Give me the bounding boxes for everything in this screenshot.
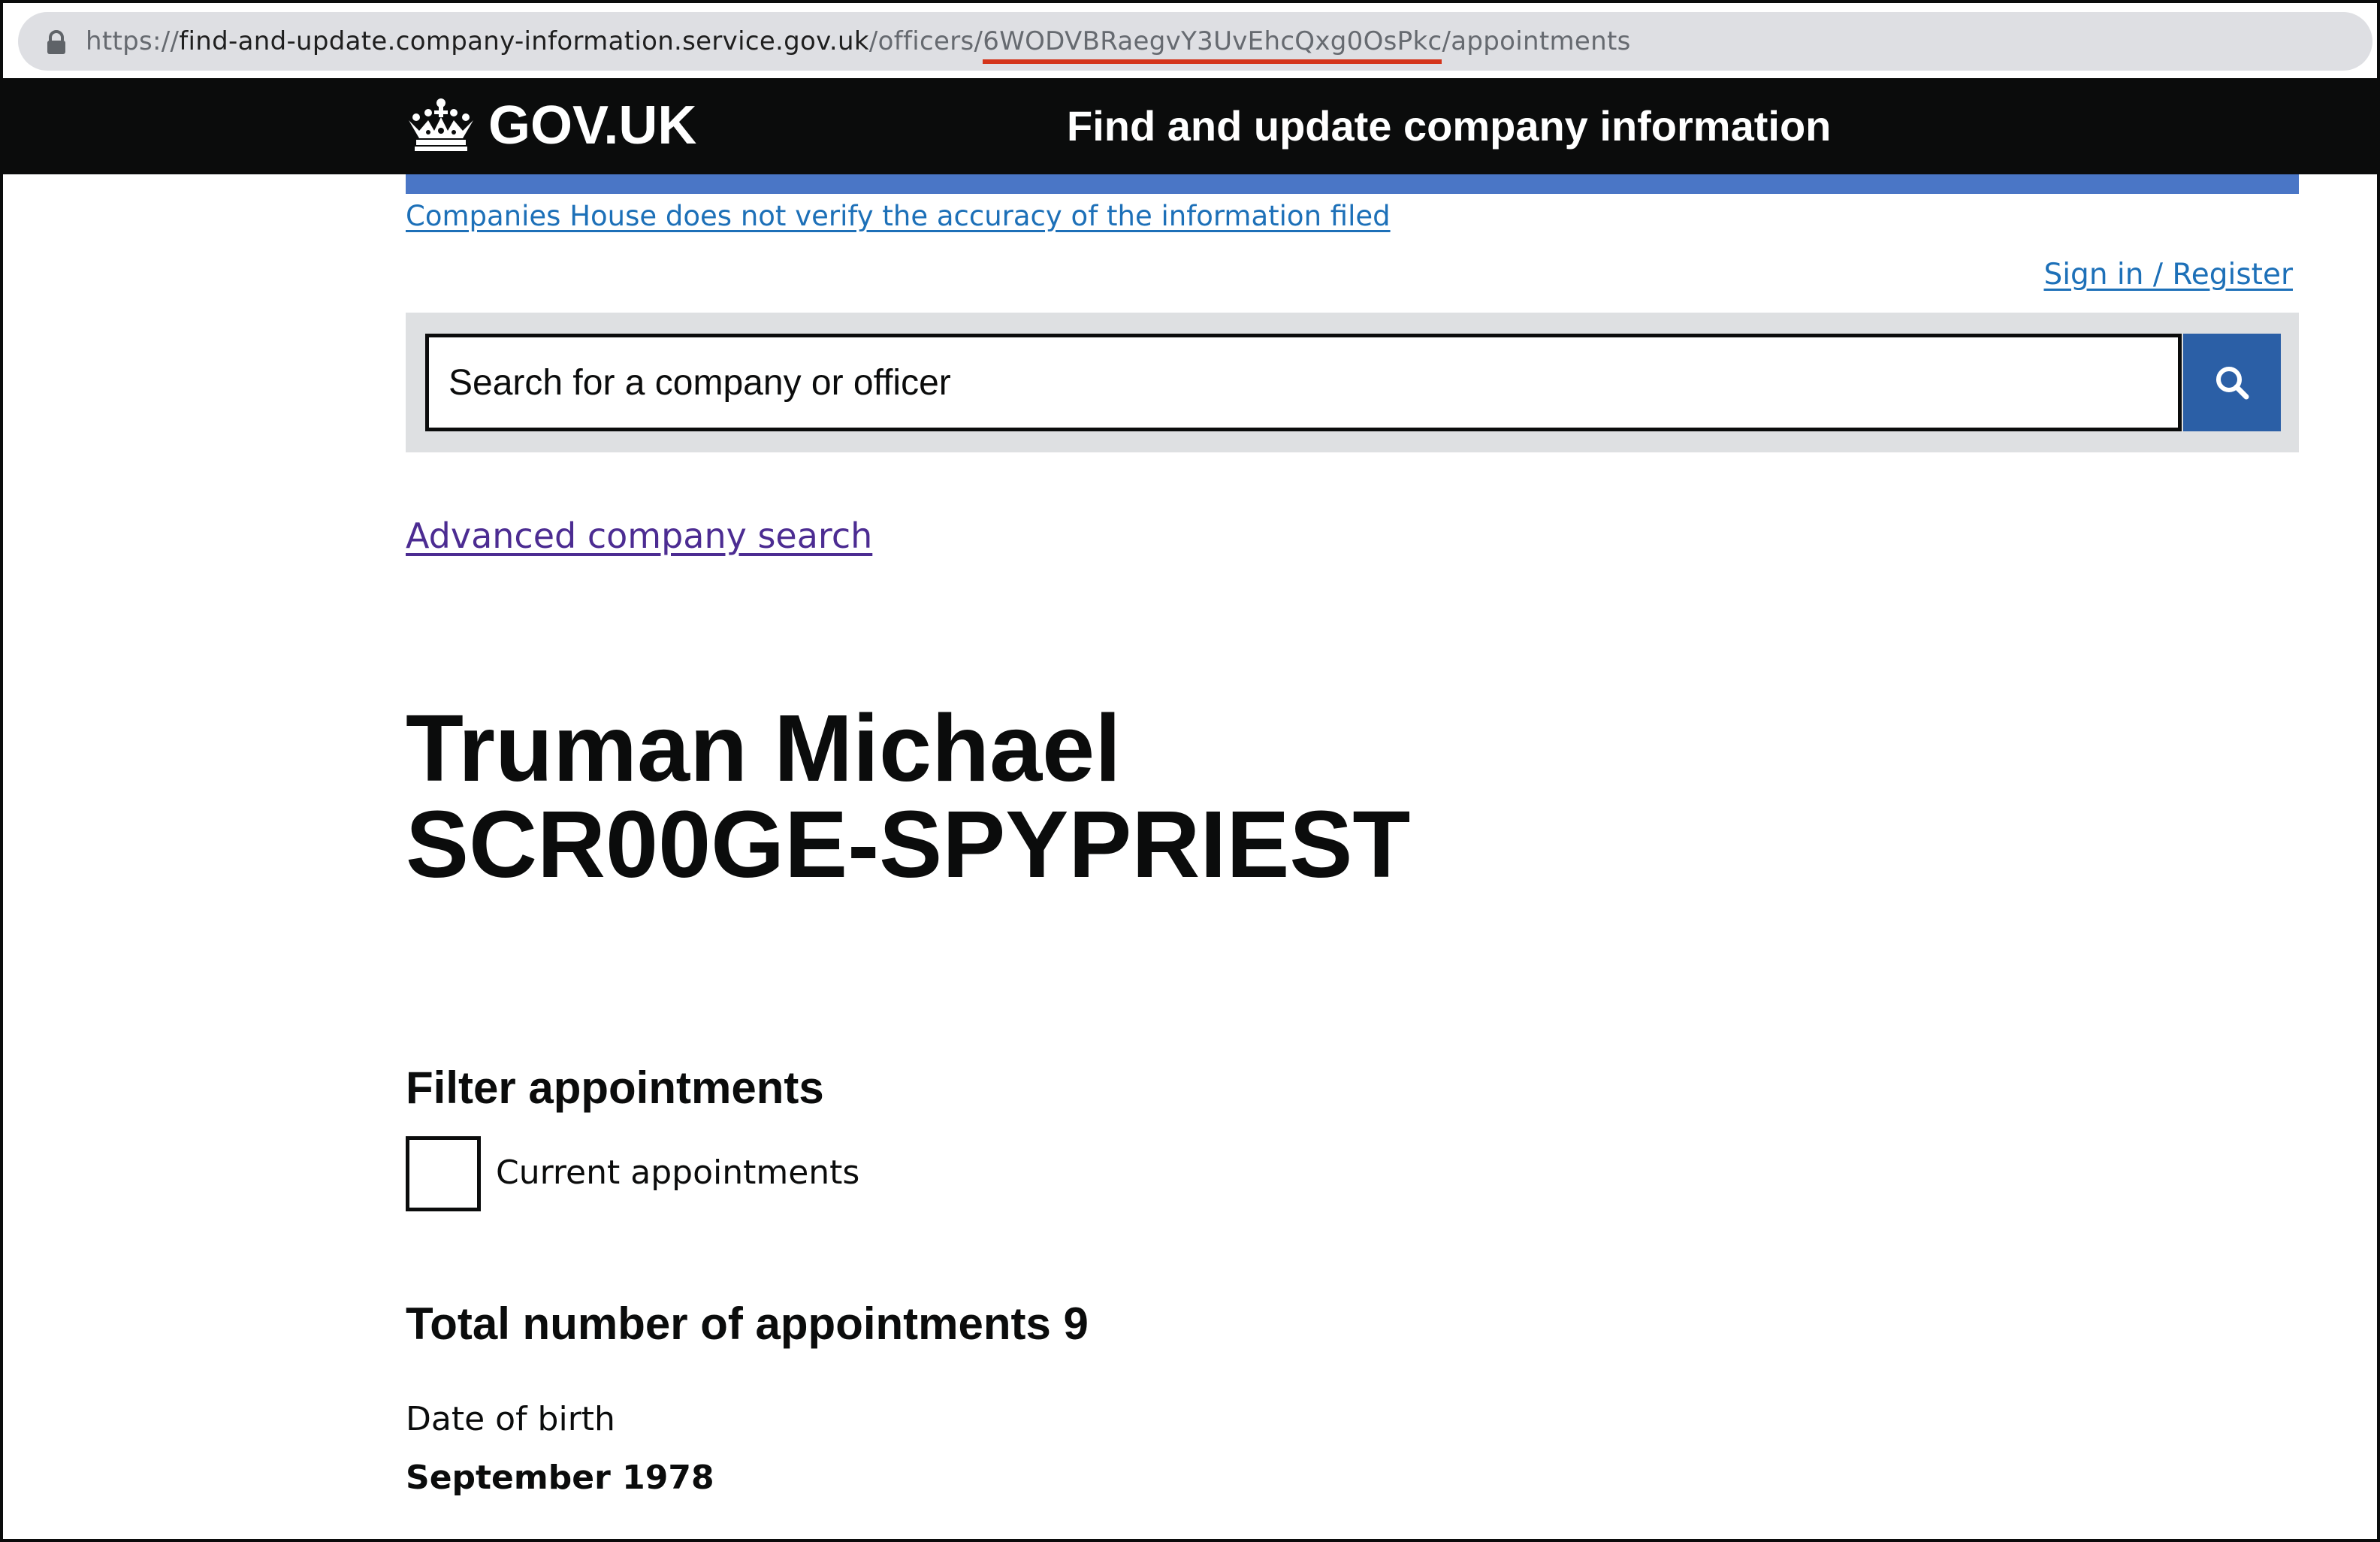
url-text[interactable]: https://find-and-update.company-informat… (86, 24, 1631, 59)
url-host: find-and-update.company-information.serv… (179, 26, 869, 56)
header-blue-bar (406, 174, 2299, 194)
officer-name-line-1: Truman Michael (406, 695, 1122, 801)
current-appointments-label[interactable]: Current appointments (496, 1148, 859, 1198)
total-appointments-heading: Total number of appointments 9 (406, 1299, 1089, 1349)
current-appointments-checkbox[interactable] (406, 1136, 481, 1211)
sign-in-register-link[interactable]: Sign in / Register (2043, 254, 2293, 296)
govuk-logotype[interactable]: GOV.UK (488, 92, 696, 159)
lock-icon (47, 30, 65, 54)
url-scheme: https:// (86, 26, 180, 56)
officer-name-heading: Truman Michael SCR00GE-SPYPRIEST (406, 700, 1410, 893)
filter-appointments-heading: Filter appointments (406, 1063, 824, 1113)
address-bar[interactable]: https://find-and-update.company-informat… (18, 12, 2372, 71)
govuk-header: GOV.UK Find and update company informati… (3, 78, 2377, 174)
service-name[interactable]: Find and update company information (1067, 98, 1831, 155)
url-path-prefix: /officers/ (868, 26, 983, 56)
date-of-birth-label: Date of birth (406, 1400, 615, 1438)
date-of-birth-value: September 1978 (406, 1459, 714, 1497)
url-path-suffix: /appointments (1442, 26, 1631, 56)
search-panel (406, 313, 2299, 452)
page-frame: https://find-and-update.company-informat… (0, 0, 2380, 1542)
search-button[interactable] (2183, 334, 2281, 431)
disclaimer-link[interactable]: Companies House does not verify the accu… (406, 195, 1391, 237)
search-input[interactable] (425, 334, 2182, 431)
advanced-company-search-link[interactable]: Advanced company search (406, 511, 872, 561)
search-icon (2216, 367, 2249, 400)
crown-icon[interactable] (406, 98, 476, 152)
officer-name-line-2: SCR00GE-SPYPRIEST (406, 791, 1411, 897)
url-officer-id: 6WODVBRaegvY3UvEhcQxg0OsPkc (983, 26, 1442, 56)
